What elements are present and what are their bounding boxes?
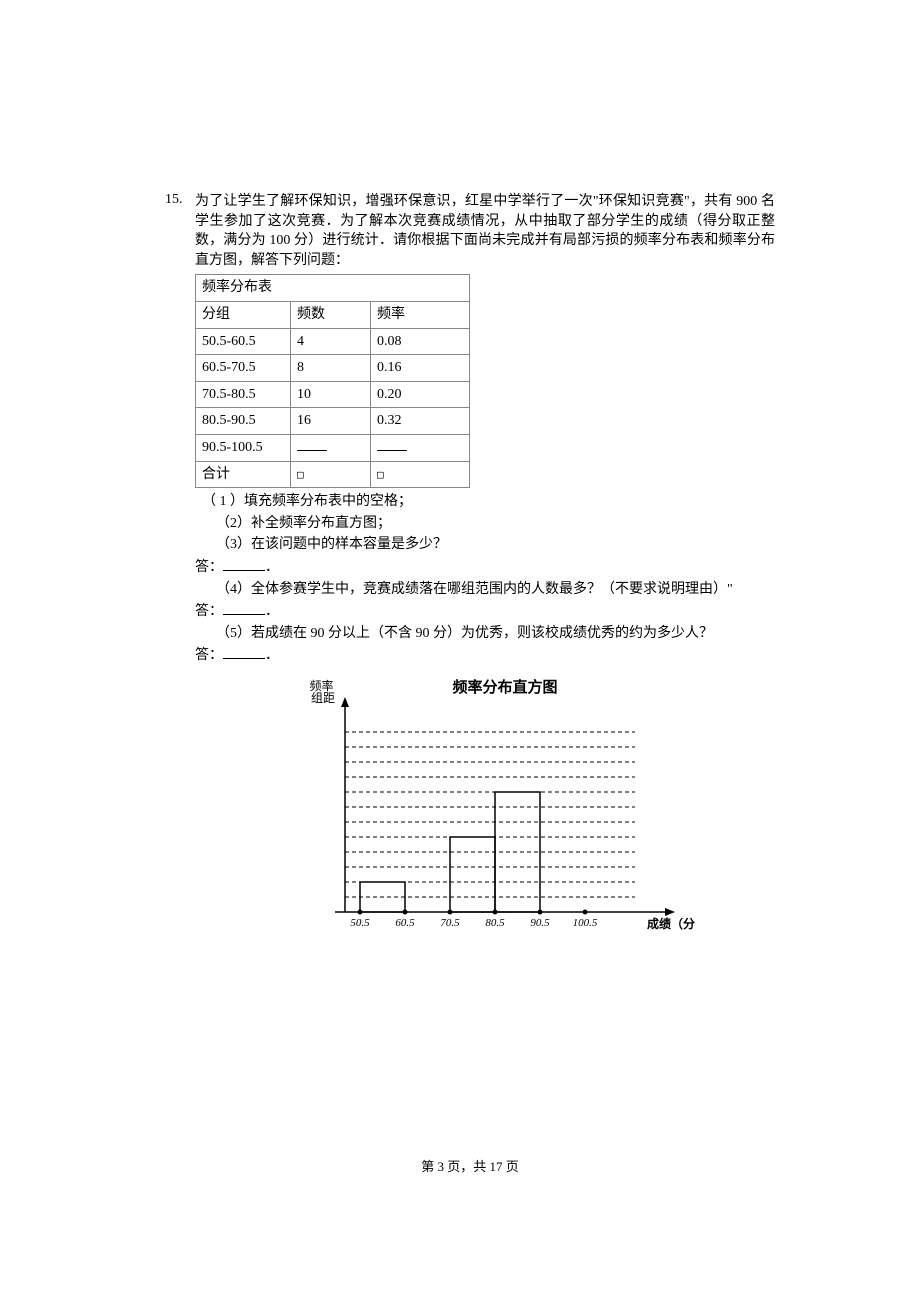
- x-tick-labels: 50.5 60.5 70.5 80.5 90.5 100.5: [350, 917, 598, 929]
- th-range: 分组: [196, 301, 291, 328]
- answer-line-3: 答：．: [195, 557, 775, 578]
- svg-text:90.5: 90.5: [530, 917, 550, 929]
- x-axis-label: 成绩（分）: [647, 916, 695, 931]
- sub-question-2: （2）补全频率分布直方图；: [195, 514, 775, 534]
- sub-question-5: （5）若成绩在 90 分以上（不含 90 分）为优秀，则该校成绩优秀的约为多少人…: [195, 624, 775, 644]
- table-header-row: 分组 频数 频率: [196, 301, 470, 328]
- page-footer: 第 3 页，共 17 页: [165, 1158, 775, 1176]
- intro-text: 为了让学生了解环保知识，增强环保意识，红星中学举行了一次"环保知识竞赛"，共有 …: [195, 192, 775, 270]
- sub-question-4: （4）全体参赛学生中，竞赛成绩落在哪组范围内的人数最多？（不要求说明理由）": [195, 580, 775, 600]
- blank-input[interactable]: [223, 645, 265, 659]
- table-row: 70.5-80.5 10 0.20: [196, 381, 470, 408]
- blank-input[interactable]: [223, 601, 265, 615]
- blank-input[interactable]: [297, 450, 327, 451]
- th-rate: 频率: [371, 301, 470, 328]
- smudge-box-icon: □: [377, 468, 384, 481]
- histogram-chart: 频率分布直方图 频率 组距: [195, 672, 775, 959]
- answer-line-4: 答：．: [195, 601, 775, 622]
- question-number: 15.: [165, 190, 189, 210]
- svg-text:60.5: 60.5: [395, 917, 415, 929]
- answer-line-5: 答：．: [195, 645, 775, 666]
- table-row: 90.5-100.5: [196, 434, 470, 461]
- table-row: 60.5-70.5 8 0.16: [196, 355, 470, 382]
- table-row: 80.5-90.5 16 0.32: [196, 408, 470, 435]
- grid-lines: [345, 732, 635, 897]
- axes: [335, 697, 675, 916]
- y-axis-label: 频率 组距: [309, 678, 336, 705]
- question-body: 为了让学生了解环保知识，增强环保意识，红星中学举行了一次"环保知识竞赛"，共有 …: [195, 190, 775, 958]
- histogram-svg: 频率分布直方图 频率 组距: [275, 672, 695, 952]
- th-freq: 频数: [291, 301, 371, 328]
- sub-question-3: （3）在该问题中的样本容量是多少？: [195, 535, 775, 555]
- table-caption: 频率分布表: [196, 275, 470, 302]
- sub-question-1: （ 1 ）填充频率分布表中的空格；: [195, 492, 775, 512]
- chart-title: 频率分布直方图: [452, 678, 557, 696]
- svg-text:80.5: 80.5: [485, 917, 505, 929]
- arrowhead-icon: [341, 697, 349, 707]
- frequency-table: 频率分布表 分组 频数 频率 50.5-60.5 4 0.08 60.5-70.…: [195, 274, 470, 488]
- question-15: 15. 为了让学生了解环保知识，增强环保意识，红星中学举行了一次"环保知识竞赛"…: [165, 190, 775, 958]
- smudge-box-icon: □: [297, 468, 304, 481]
- svg-text:50.5: 50.5: [350, 917, 370, 929]
- blank-input[interactable]: [223, 557, 265, 571]
- svg-text:100.5: 100.5: [573, 917, 598, 929]
- table-row: 50.5-60.5 4 0.08: [196, 328, 470, 355]
- blank-input[interactable]: [377, 450, 407, 451]
- table-total-row: 合计 □ □: [196, 461, 470, 488]
- svg-text:70.5: 70.5: [440, 917, 460, 929]
- arrowhead-icon: [665, 908, 675, 916]
